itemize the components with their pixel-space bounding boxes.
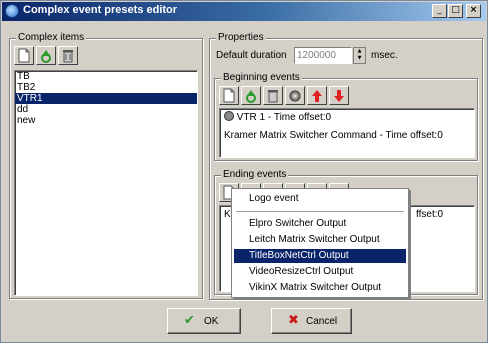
menu-item-vikinx[interactable]: VikinX Matrix Switcher Output [234, 281, 406, 295]
cancel-x-icon: ✖ [288, 313, 299, 328]
complex-event-presets-editor-window: Complex event presets editor _ □ × Compl… [0, 0, 488, 343]
properties-legend: Properties [216, 32, 266, 43]
default-duration-label: Default duration [216, 50, 287, 61]
menu-separator [236, 211, 404, 212]
default-duration-input[interactable]: 1200000 [294, 47, 352, 64]
list-item[interactable]: dd [15, 104, 197, 115]
begin-settings-button[interactable] [285, 86, 305, 105]
app-icon [5, 4, 19, 18]
complex-items-list[interactable]: TB TB2 VTR1 dd new [14, 70, 198, 296]
event-row[interactable]: VTR 1 - Time offset:0 [224, 111, 331, 124]
spin-up-icon[interactable]: ▲ [354, 48, 365, 55]
title-bar[interactable]: Complex event presets editor _ □ × [2, 2, 486, 21]
menu-item-logo-event[interactable]: Logo event [234, 192, 406, 206]
recycle-icon [39, 48, 53, 63]
event-row-partial-right: ffset:0 [416, 209, 444, 220]
list-item-selected[interactable]: VTR1 [15, 93, 197, 104]
event-label: VTR 1 - Time offset:0 [236, 112, 332, 123]
event-row[interactable]: Kramer Matrix Switcher Command - Time of… [224, 129, 443, 142]
ok-button[interactable]: ✔ OK [167, 308, 241, 334]
begin-recycle-button[interactable] [241, 86, 261, 105]
beginning-events-legend: Beginning events [221, 72, 302, 83]
delete-icon [266, 88, 280, 103]
add-event-popup-menu: Logo event Elpro Switcher Output Leitch … [231, 188, 409, 298]
recycle-item-button[interactable] [36, 46, 56, 65]
menu-item-titleboxnetctrl[interactable]: TitleBoxNetCtrl Output [234, 249, 406, 263]
arrow-down-icon [332, 88, 346, 103]
list-item[interactable]: TB [15, 71, 197, 82]
menu-item-leitch[interactable]: Leitch Matrix Switcher Output [234, 233, 406, 247]
duration-spinner[interactable]: ▲ ▼ [353, 47, 366, 64]
checkmark-icon: ✔ [184, 313, 195, 328]
window-title: Complex event presets editor [23, 4, 178, 16]
arrow-up-icon [310, 88, 324, 103]
list-item[interactable]: new [15, 115, 197, 126]
begin-move-down-button[interactable] [329, 86, 349, 105]
complex-items-legend: Complex items [16, 32, 87, 43]
close-button[interactable]: × [466, 4, 481, 18]
menu-item-elpro[interactable]: Elpro Switcher Output [234, 217, 406, 231]
spin-down-icon[interactable]: ▼ [354, 55, 365, 62]
new-document-icon [222, 88, 236, 103]
menu-item-videoresizectrl[interactable]: VideoResizeCtrl Output [234, 265, 406, 279]
recycle-icon [244, 88, 258, 103]
delete-item-button[interactable] [58, 46, 78, 65]
list-item[interactable]: TB2 [15, 82, 197, 93]
minimize-button[interactable]: _ [432, 4, 447, 18]
begin-move-up-button[interactable] [307, 86, 327, 105]
cancel-button[interactable]: ✖ Cancel [271, 308, 352, 334]
ok-label: OK [204, 316, 219, 327]
duration-unit-label: msec. [371, 50, 398, 61]
ending-events-legend: Ending events [221, 169, 289, 180]
new-item-button[interactable] [14, 46, 34, 65]
delete-icon [61, 48, 75, 63]
settings-icon [288, 88, 302, 103]
beginning-events-group: Beginning events VTR 1 - Time offset:0 K… [214, 72, 478, 161]
new-document-icon [17, 48, 31, 63]
begin-new-button[interactable] [219, 86, 239, 105]
beginning-events-list[interactable]: VTR 1 - Time offset:0 Kramer Matrix Swit… [219, 108, 475, 158]
maximize-button[interactable]: □ [448, 4, 463, 18]
complex-items-group: Complex items TB TB2 VTR1 dd new [9, 32, 203, 299]
begin-delete-button[interactable] [263, 86, 283, 105]
settings-icon [224, 111, 234, 121]
cancel-label: Cancel [306, 316, 338, 327]
